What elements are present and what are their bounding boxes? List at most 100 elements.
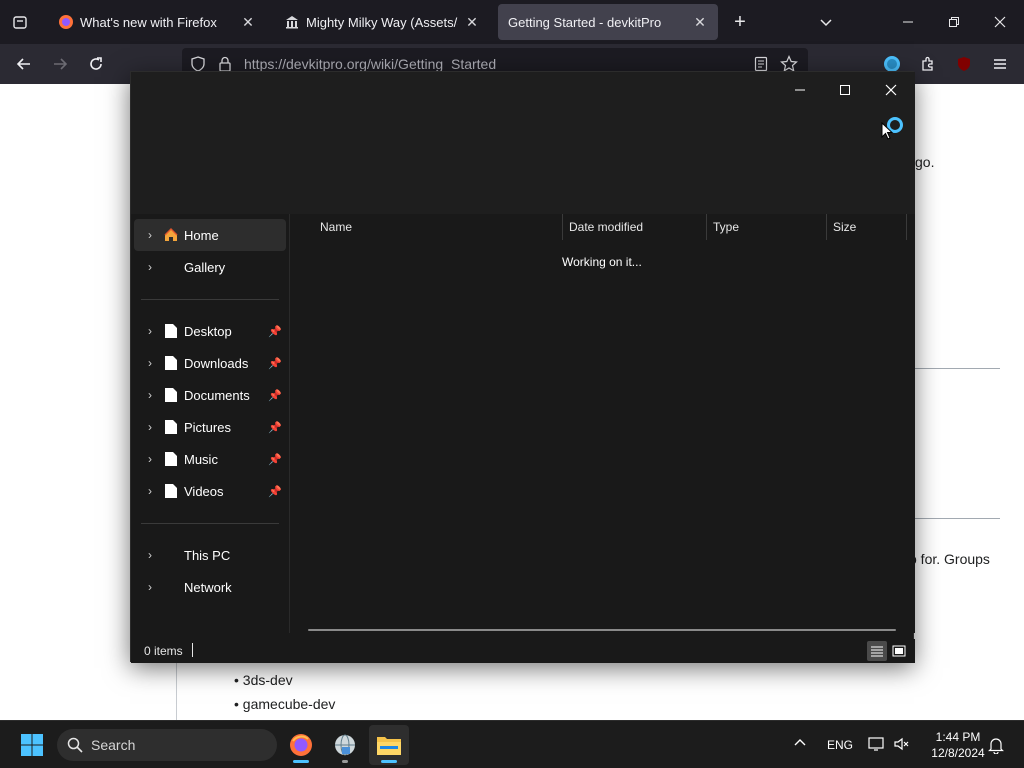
chevron-right-icon[interactable]: › <box>138 228 162 242</box>
taskbar-clock[interactable]: 1:44 PM 12/8/2024 <box>918 729 998 761</box>
home-icon <box>162 226 180 244</box>
pin-icon: 📌 <box>268 389 282 402</box>
file-icon <box>162 322 180 340</box>
nav-item-home[interactable]: › Home <box>134 219 286 251</box>
page-text-fragment: o for. Groups <box>909 551 990 567</box>
firefox-icon <box>290 734 312 756</box>
active-indicator <box>381 760 397 763</box>
nav-item-label: Documents <box>184 387 250 403</box>
page-left-rule <box>176 662 177 720</box>
chevron-right-icon[interactable]: › <box>138 324 162 338</box>
reload-button[interactable] <box>82 52 110 76</box>
explorer-close-button[interactable] <box>869 76 913 104</box>
file-list-pane: Name Date modified Type Size Working on … <box>291 214 915 633</box>
minimize-icon <box>795 89 805 91</box>
tab-title: Getting Started - devkitPro <box>508 14 662 30</box>
nav-item-label: Pictures <box>184 419 231 435</box>
volume-button[interactable] <box>893 736 911 755</box>
bell-icon <box>988 738 1004 755</box>
start-button[interactable] <box>12 725 52 765</box>
taskbar-search-box[interactable]: Search <box>57 729 277 761</box>
tab-title: What's new with Firefox <box>80 14 217 30</box>
column-header-size[interactable]: Size <box>826 214 907 240</box>
details-view-icon <box>871 646 883 657</box>
page-divider <box>914 518 1000 519</box>
network-status-button[interactable] <box>868 736 886 755</box>
nav-item-music[interactable]: › Music 📌 <box>134 443 286 475</box>
tiles-view-button[interactable] <box>889 641 909 661</box>
list-all-tabs-button[interactable] <box>812 10 840 34</box>
close-window-button[interactable] <box>980 10 1020 34</box>
nav-item-label: Videos <box>184 483 224 499</box>
nav-item-label: Downloads <box>184 355 249 371</box>
language-indicator[interactable]: ENG <box>827 738 853 752</box>
file-icon <box>162 386 180 404</box>
column-header-type[interactable]: Type <box>706 214 827 240</box>
column-header-date-modified[interactable]: Date modified <box>562 214 707 240</box>
tab-mighty-milky-way[interactable]: Mighty Milky Way (Assets/Sour ✕ <box>274 4 490 40</box>
arrow-right-icon <box>54 58 68 70</box>
explorer-maximize-button[interactable] <box>823 76 867 104</box>
show-hidden-icons-button[interactable] <box>794 737 806 752</box>
file-icon <box>162 450 180 468</box>
taskbar-file-explorer[interactable] <box>369 725 409 765</box>
new-tab-button[interactable]: + <box>726 10 754 34</box>
chevron-right-icon[interactable]: › <box>138 260 162 274</box>
folder-icon <box>377 737 401 755</box>
tab-list-button[interactable] <box>6 10 34 34</box>
restore-button[interactable] <box>934 10 974 34</box>
loading-status-text: Working on it... <box>562 255 642 269</box>
minimize-icon <box>903 21 913 23</box>
notifications-button[interactable] <box>988 736 1004 757</box>
minimize-button[interactable] <box>888 10 928 34</box>
windows-logo-icon <box>21 734 43 756</box>
nav-item-desktop[interactable]: › Desktop 📌 <box>134 315 286 347</box>
nav-item-downloads[interactable]: › Downloads 📌 <box>134 347 286 379</box>
file-icon <box>162 482 180 500</box>
extensions-button[interactable] <box>914 52 942 76</box>
close-icon[interactable]: ✕ <box>240 14 256 31</box>
chevron-right-icon[interactable]: › <box>138 356 162 370</box>
active-indicator <box>293 760 309 763</box>
list-item[interactable]: • gamecube-dev <box>234 696 335 712</box>
text-caret <box>192 643 193 657</box>
nav-item-documents[interactable]: › Documents 📌 <box>134 379 286 411</box>
chevron-right-icon[interactable]: › <box>138 484 162 498</box>
ublock-button[interactable] <box>950 52 978 76</box>
menu-button[interactable] <box>986 52 1014 76</box>
chevron-right-icon[interactable]: › <box>138 580 162 594</box>
nav-item-this-pc[interactable]: › This PC <box>134 539 286 571</box>
column-header-name[interactable]: Name <box>313 214 563 240</box>
nav-item-pictures[interactable]: › Pictures 📌 <box>134 411 286 443</box>
plus-icon: + <box>734 10 746 33</box>
nav-item-network[interactable]: › Network <box>134 571 286 603</box>
close-icon[interactable]: ✕ <box>464 14 480 31</box>
explorer-minimize-button[interactable] <box>778 76 822 104</box>
details-view-button[interactable] <box>867 641 887 661</box>
nav-item-videos[interactable]: › Videos 📌 <box>134 475 286 507</box>
taskbar-app-installer[interactable] <box>325 725 365 765</box>
close-icon[interactable]: ✕ <box>692 14 708 31</box>
back-button[interactable] <box>10 52 38 76</box>
chevron-right-icon[interactable]: › <box>138 452 162 466</box>
list-item[interactable]: • 3ds-dev <box>234 672 293 688</box>
chevron-right-icon[interactable]: › <box>138 548 162 562</box>
taskbar-firefox[interactable] <box>281 725 321 765</box>
tab-firefox-whats-new[interactable]: What's new with Firefox ✕ <box>48 4 266 40</box>
close-icon <box>885 84 897 96</box>
chevron-right-icon[interactable]: › <box>138 420 162 434</box>
network-icon <box>868 737 884 751</box>
file-icon <box>162 354 180 372</box>
tab-getting-started[interactable]: Getting Started - devkitPro ✕ <box>498 4 718 40</box>
collections-icon <box>13 16 27 29</box>
page-divider <box>914 368 1000 369</box>
arrow-left-icon <box>16 58 30 70</box>
nav-item-gallery[interactable]: › Gallery <box>134 251 286 283</box>
taskbar: Search ENG 1:44 PM 12/8/2024 <box>0 720 1024 768</box>
forward-button[interactable] <box>46 52 74 76</box>
chevron-right-icon[interactable]: › <box>138 388 162 402</box>
url-text[interactable]: https://devkitpro.org/wiki/Getting_Start… <box>244 56 496 72</box>
pin-icon: 📌 <box>268 485 282 498</box>
horizontal-scrollbar[interactable] <box>308 629 896 631</box>
mouse-cursor-icon <box>881 121 894 145</box>
